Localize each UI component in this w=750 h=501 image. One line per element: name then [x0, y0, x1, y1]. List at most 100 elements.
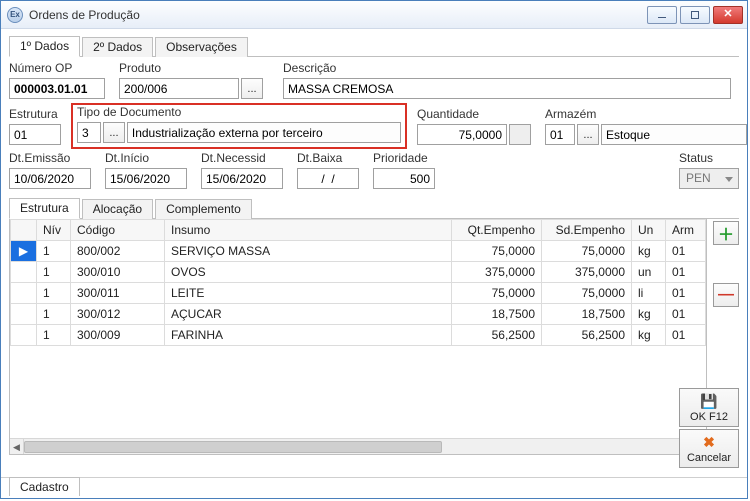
tab-1-dados[interactable]: 1º Dados — [9, 36, 80, 57]
dt-emissao-field[interactable] — [9, 168, 91, 189]
tipo-doc-lookup-button[interactable]: ... — [103, 122, 125, 143]
row-selector[interactable]: ▶ — [11, 241, 37, 262]
grid-header-row: Nív Código Insumo Qt.Empenho Sd.Empenho … — [11, 220, 706, 241]
row-selector[interactable] — [11, 262, 37, 283]
close-button[interactable]: ✕ — [713, 6, 743, 24]
app-icon: Ex — [7, 7, 23, 23]
cell-un[interactable]: un — [632, 262, 666, 283]
tab-2-dados[interactable]: 2º Dados — [82, 37, 153, 57]
dt-baixa-field[interactable] — [297, 168, 359, 189]
label-status: Status — [679, 151, 739, 165]
row-selector[interactable] — [11, 304, 37, 325]
grid-wrap: Nív Código Insumo Qt.Empenho Sd.Empenho … — [9, 219, 707, 455]
tipo-doc-code-field[interactable] — [77, 122, 101, 143]
plus-icon: ＋ — [718, 221, 734, 245]
cell-arm[interactable]: 01 — [666, 325, 706, 346]
cell-niv[interactable]: 1 — [37, 304, 71, 325]
cell-niv[interactable]: 1 — [37, 241, 71, 262]
cell-insumo[interactable]: OVOS — [165, 262, 452, 283]
estrutura-field[interactable] — [9, 124, 61, 145]
prioridade-field[interactable] — [373, 168, 435, 189]
cell-codigo[interactable]: 800/002 — [71, 241, 165, 262]
cell-sd[interactable]: 18,7500 — [542, 304, 632, 325]
close-icon: ✕ — [723, 9, 732, 20]
table-row[interactable]: 1300/011LEITE75,000075,0000li01 — [11, 283, 706, 304]
table-row[interactable]: 1300/010OVOS375,0000375,0000un01 — [11, 262, 706, 283]
table-pane: Nív Código Insumo Qt.Empenho Sd.Empenho … — [9, 219, 739, 455]
col-un[interactable]: Un — [632, 220, 666, 241]
descricao-field[interactable] — [283, 78, 731, 99]
cell-un[interactable]: kg — [632, 241, 666, 262]
armazem-code-field[interactable] — [545, 124, 575, 145]
col-qt-empenho[interactable]: Qt.Empenho — [452, 220, 542, 241]
cell-niv[interactable]: 1 — [37, 262, 71, 283]
cell-un[interactable]: kg — [632, 325, 666, 346]
cell-arm[interactable]: 01 — [666, 283, 706, 304]
add-row-button[interactable]: ＋ — [713, 221, 739, 245]
cell-insumo[interactable]: LEITE — [165, 283, 452, 304]
scroll-left-icon[interactable]: ◀ — [10, 439, 24, 455]
cell-un[interactable]: li — [632, 283, 666, 304]
cell-niv[interactable]: 1 — [37, 283, 71, 304]
detail-grid[interactable]: Nív Código Insumo Qt.Empenho Sd.Empenho … — [10, 219, 706, 346]
right-actions: 💾 OK F12 ✖ Cancelar — [679, 388, 739, 468]
minimize-button[interactable] — [647, 6, 677, 24]
status-dropdown[interactable]: PEN — [679, 168, 739, 189]
cell-sd[interactable]: 75,0000 — [542, 241, 632, 262]
scroll-thumb[interactable] — [24, 441, 442, 453]
cell-arm[interactable]: 01 — [666, 241, 706, 262]
cell-qt[interactable]: 75,0000 — [452, 241, 542, 262]
col-insumo[interactable]: Insumo — [165, 220, 452, 241]
quantidade-field[interactable] — [417, 124, 507, 145]
tab-observacoes[interactable]: Observações — [155, 37, 248, 57]
col-codigo[interactable]: Código — [71, 220, 165, 241]
cell-codigo[interactable]: 300/012 — [71, 304, 165, 325]
row-selector[interactable] — [11, 283, 37, 304]
cell-sd[interactable]: 75,0000 — [542, 283, 632, 304]
ok-button[interactable]: 💾 OK F12 — [679, 388, 739, 427]
tab-estrutura[interactable]: Estrutura — [9, 198, 80, 219]
col-arm[interactable]: Arm — [666, 220, 706, 241]
cancel-button[interactable]: ✖ Cancelar — [679, 429, 739, 468]
cancel-label: Cancelar — [687, 452, 731, 464]
table-row[interactable]: 1300/012AÇUCAR18,750018,7500kg01 — [11, 304, 706, 325]
table-row[interactable]: ▶1800/002SERVIÇO MASSA75,000075,0000kg01 — [11, 241, 706, 262]
tab-complemento[interactable]: Complemento — [155, 199, 252, 219]
row-selector[interactable] — [11, 325, 37, 346]
cell-qt[interactable]: 75,0000 — [452, 283, 542, 304]
cell-arm[interactable]: 01 — [666, 262, 706, 283]
cell-insumo[interactable]: AÇUCAR — [165, 304, 452, 325]
armazem-lookup-button[interactable]: ... — [577, 124, 599, 145]
label-tipo-doc: Tipo de Documento — [77, 105, 401, 119]
maximize-button[interactable] — [680, 6, 710, 24]
grid-horizontal-scrollbar[interactable]: ◀ ▶ — [10, 438, 706, 454]
tab-alocacao[interactable]: Alocação — [82, 199, 153, 219]
cell-sd[interactable]: 56,2500 — [542, 325, 632, 346]
quantidade-aux-button[interactable] — [509, 124, 531, 145]
table-row[interactable]: 1300/009FARINHA56,250056,2500kg01 — [11, 325, 706, 346]
cell-codigo[interactable]: 300/010 — [71, 262, 165, 283]
delete-row-button[interactable]: — — [713, 283, 739, 307]
cell-niv[interactable]: 1 — [37, 325, 71, 346]
label-dt-necessid: Dt.Necessid — [201, 151, 283, 165]
produto-lookup-button[interactable]: ... — [241, 78, 263, 99]
numero-op-field[interactable] — [9, 78, 105, 99]
cell-insumo[interactable]: SERVIÇO MASSA — [165, 241, 452, 262]
cell-codigo[interactable]: 300/009 — [71, 325, 165, 346]
label-dt-baixa: Dt.Baixa — [297, 151, 359, 165]
cell-codigo[interactable]: 300/011 — [71, 283, 165, 304]
bottom-tab-cadastro[interactable]: Cadastro — [9, 477, 80, 496]
dt-inicio-field[interactable] — [105, 168, 187, 189]
cell-qt[interactable]: 56,2500 — [452, 325, 542, 346]
cell-qt[interactable]: 18,7500 — [452, 304, 542, 325]
col-niv[interactable]: Nív — [37, 220, 71, 241]
cell-insumo[interactable]: FARINHA — [165, 325, 452, 346]
maximize-icon — [691, 11, 699, 19]
dt-necessid-field[interactable] — [201, 168, 283, 189]
cell-sd[interactable]: 375,0000 — [542, 262, 632, 283]
col-sd-empenho[interactable]: Sd.Empenho — [542, 220, 632, 241]
cell-qt[interactable]: 375,0000 — [452, 262, 542, 283]
cell-arm[interactable]: 01 — [666, 304, 706, 325]
cell-un[interactable]: kg — [632, 304, 666, 325]
produto-field[interactable] — [119, 78, 239, 99]
